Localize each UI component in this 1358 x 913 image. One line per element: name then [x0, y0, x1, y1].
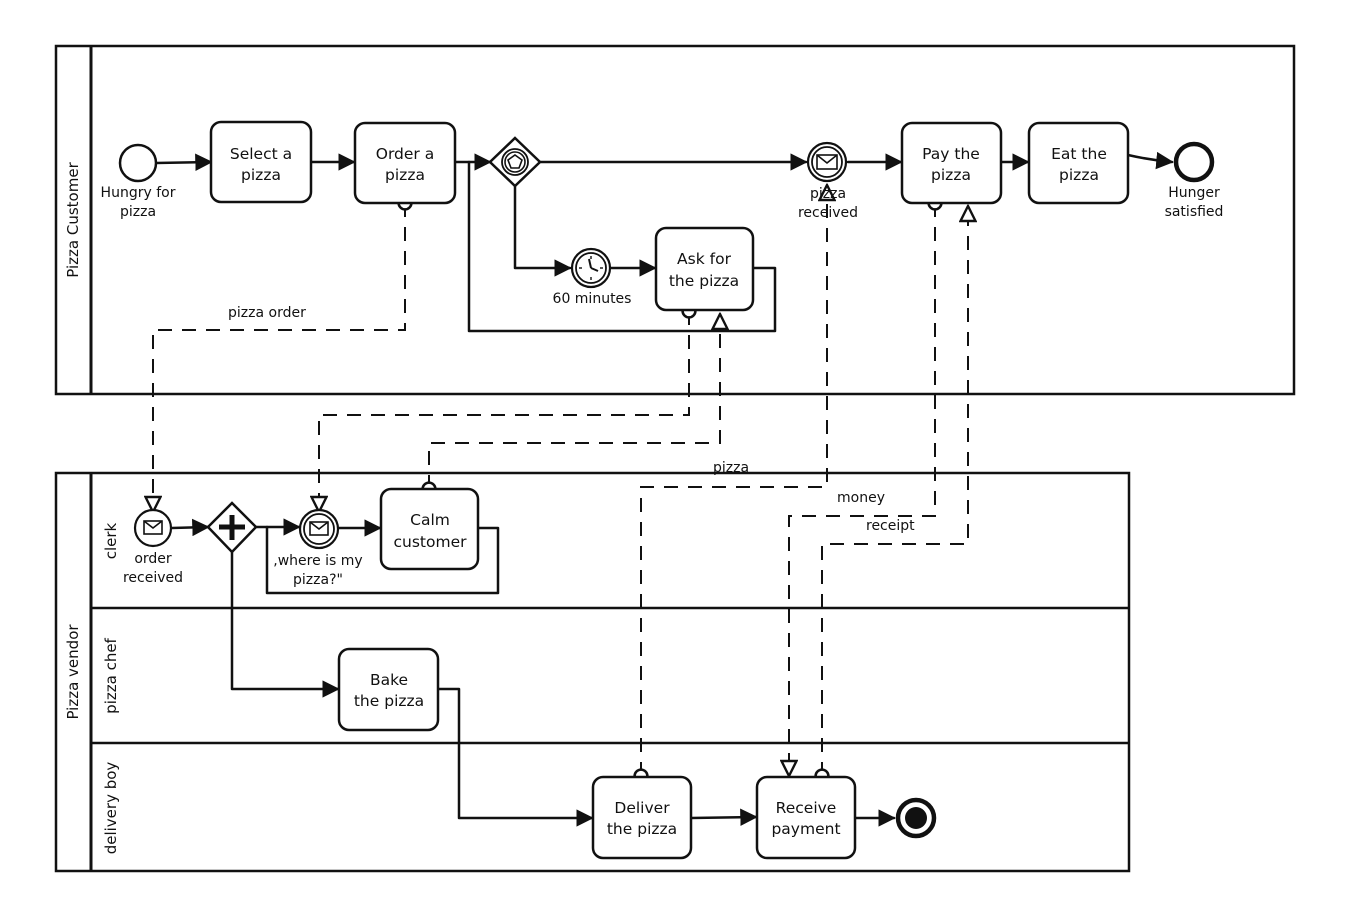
task-receive-payment[interactable]: Receive payment — [755, 775, 857, 860]
message-label-receipt: receipt — [866, 518, 915, 534]
task-order-pizza[interactable]: Order a pizza — [353, 121, 457, 205]
envelope-icon — [309, 521, 329, 536]
lane-label-clerk: clerk — [102, 522, 120, 559]
task-label: payment — [771, 820, 840, 838]
flow-order-received-to-parallel — [170, 518, 210, 537]
task-ask-for-pizza[interactable]: Ask for the pizza — [654, 226, 755, 312]
lane-label-delivery-boy: delivery boy — [102, 762, 120, 855]
task-label: pizza — [241, 166, 281, 184]
terminate-icon — [905, 807, 927, 829]
task-label: Ask for — [677, 250, 732, 268]
event-label: ,where is my — [273, 553, 362, 569]
event-label: received — [798, 205, 858, 221]
task-label: the pizza — [669, 272, 739, 290]
task-label: pizza — [931, 166, 971, 184]
task-label: Pay the — [922, 145, 980, 163]
event-label: satisfied — [1165, 204, 1224, 220]
task-label: Deliver — [614, 799, 670, 817]
event-label: order — [134, 551, 172, 567]
lane-label-pizza-chef: pizza chef — [102, 637, 120, 713]
task-bake-pizza[interactable]: Bake the pizza — [337, 647, 440, 732]
flow-deliver-to-receive — [689, 808, 758, 826]
event-label: pizza — [120, 204, 156, 220]
task-eat-pizza[interactable]: Eat the pizza — [1027, 121, 1130, 205]
task-label: the pizza — [607, 820, 677, 838]
message-label-money: money — [837, 490, 885, 506]
event-label: Hunger — [1168, 185, 1220, 201]
end-event-circle-icon — [1173, 141, 1215, 183]
bpmn-diagram: Pizza Customer Pizza vendor clerk pizza … — [54, 44, 1296, 873]
message-label-pizza-order: pizza order — [228, 305, 306, 321]
flow-start-to-select — [154, 153, 213, 172]
task-label: Receive — [776, 799, 837, 817]
task-select-pizza[interactable]: Select a pizza — [209, 120, 313, 204]
task-label: pizza — [385, 166, 425, 184]
task-calm-customer[interactable]: Calm customer — [379, 487, 480, 571]
event-label: 60 minutes — [553, 291, 632, 307]
task-label: pizza — [1059, 166, 1099, 184]
pool-label-customer: Pizza Customer — [64, 161, 82, 277]
task-label: Calm — [410, 511, 450, 529]
end-event-terminate[interactable] — [895, 797, 937, 839]
message-label-pizza: pizza — [713, 460, 749, 476]
task-label: Bake — [370, 671, 408, 689]
event-label: received — [123, 570, 183, 586]
task-label: Eat the — [1051, 145, 1107, 163]
envelope-icon — [143, 520, 163, 535]
event-label: Hungry for — [101, 185, 176, 201]
task-label: Order a — [376, 145, 434, 163]
pool-pizza-customer[interactable]: Pizza Customer — [54, 44, 1296, 396]
event-label: pizza?" — [293, 572, 343, 588]
pool-label-vendor: Pizza vendor — [64, 624, 82, 720]
envelope-icon — [816, 154, 838, 170]
task-deliver-pizza[interactable]: Deliver the pizza — [591, 775, 693, 860]
task-label: the pizza — [354, 692, 424, 710]
start-event-circle-icon — [118, 143, 158, 183]
task-label: customer — [394, 533, 468, 551]
task-label: Select a — [230, 145, 292, 163]
event-label: pizza — [810, 186, 846, 202]
task-pay-pizza[interactable]: Pay the pizza — [900, 121, 1003, 205]
